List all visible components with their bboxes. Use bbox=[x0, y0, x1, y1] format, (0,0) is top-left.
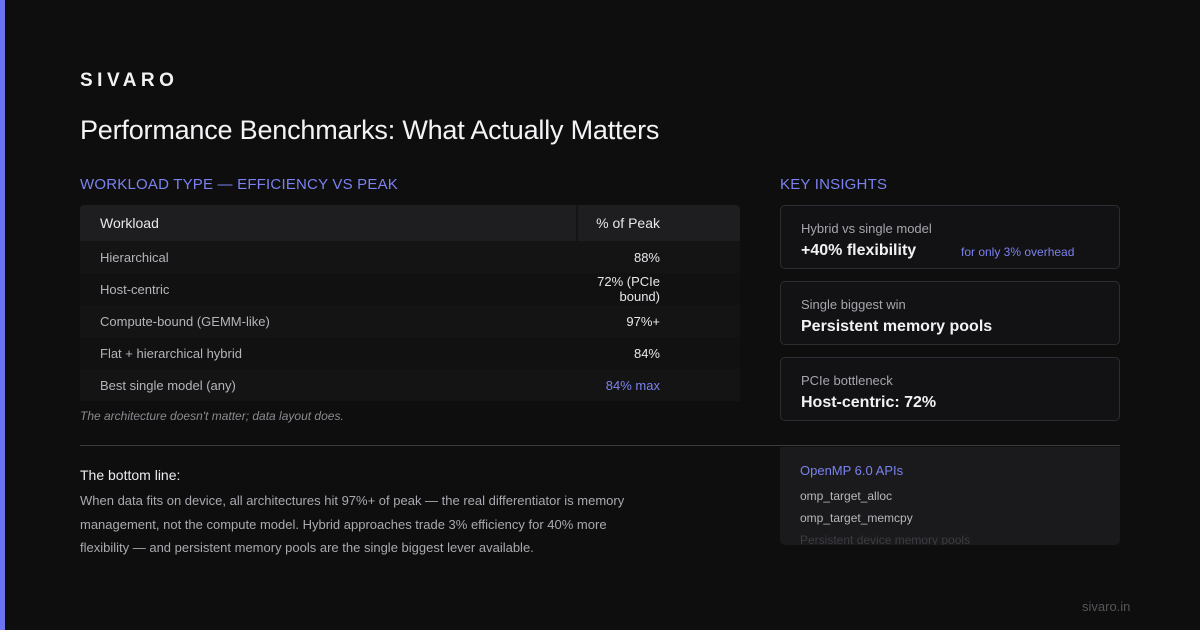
section-divider bbox=[80, 445, 1120, 446]
table-row: Host-centric 72% (PCIe bound) bbox=[80, 273, 740, 305]
table-caption: The architecture doesn't matter; data la… bbox=[80, 409, 344, 423]
page-title: Performance Benchmarks: What Actually Ma… bbox=[80, 115, 660, 145]
column-header-workload: Workload bbox=[80, 205, 578, 241]
insight-card-memory-pools: Single biggest win Persistent memory poo… bbox=[780, 281, 1120, 345]
column-header-peak: % of Peak bbox=[596, 215, 660, 231]
insight-value: Host-centric: 72% bbox=[801, 394, 937, 411]
workload-cell: Compute-bound (GEMM-like) bbox=[100, 313, 270, 329]
workload-cell: Host-centric bbox=[100, 281, 170, 297]
footer-url: sivaro.in bbox=[1082, 599, 1131, 614]
peak-cell: 88% bbox=[633, 249, 660, 265]
peak-cell: 84% bbox=[633, 345, 660, 361]
insight-value: Persistent memory pools bbox=[801, 318, 993, 335]
insight-note: for only 3% overhead bbox=[961, 245, 1075, 259]
workload-cell: Best single model (any) bbox=[100, 377, 236, 393]
api-item: Persistent device memory pools bbox=[800, 533, 971, 545]
accent-bar bbox=[0, 0, 5, 630]
api-item: omp_target_memcpy bbox=[800, 511, 913, 525]
table-row: Flat + hierarchical hybrid 84% bbox=[80, 337, 740, 369]
bottom-line-heading: The bottom line: bbox=[80, 467, 181, 483]
api-panel-title: OpenMP 6.0 APIs bbox=[800, 463, 904, 478]
peak-cell: 72% (PCIe bound) bbox=[597, 274, 660, 304]
workload-table: Workload % of Peak Hierarchical 88% Host… bbox=[80, 205, 740, 401]
insight-label: Hybrid vs single model bbox=[801, 221, 932, 236]
brand-logo: SIVARO bbox=[80, 70, 179, 91]
insight-value: +40% flexibility bbox=[801, 242, 917, 259]
insight-card-flexibility: Hybrid vs single model +40% flexibility … bbox=[780, 205, 1120, 269]
api-panel: OpenMP 6.0 APIs omp_target_alloc omp_tar… bbox=[780, 447, 1120, 545]
workload-cell: Hierarchical bbox=[100, 249, 169, 265]
insight-label: PCIe bottleneck bbox=[801, 373, 893, 388]
table-row: Hierarchical 88% bbox=[80, 241, 740, 273]
table-row: Best single model (any) 84% max bbox=[80, 369, 740, 401]
insight-card-pcie: PCIe bottleneck Host-centric: 72% bbox=[780, 357, 1120, 421]
peak-cell: 97%+ bbox=[626, 313, 660, 329]
workload-section-label: WORKLOAD TYPE — EFFICIENCY VS PEAK bbox=[80, 176, 398, 193]
api-item: omp_target_alloc bbox=[800, 489, 893, 503]
table-header: Workload % of Peak bbox=[80, 205, 740, 241]
bottom-line-body: When data fits on device, all architectu… bbox=[80, 493, 625, 555]
table-row: Compute-bound (GEMM-like) 97%+ bbox=[80, 305, 740, 337]
peak-cell-highlight: 84% max bbox=[605, 377, 660, 393]
table-body: Hierarchical 88% Host-centric 72% (PCIe … bbox=[80, 241, 740, 401]
insight-label: Single biggest win bbox=[801, 297, 906, 312]
insights-section-label: KEY INSIGHTS bbox=[780, 176, 888, 193]
workload-cell: Flat + hierarchical hybrid bbox=[100, 345, 242, 361]
